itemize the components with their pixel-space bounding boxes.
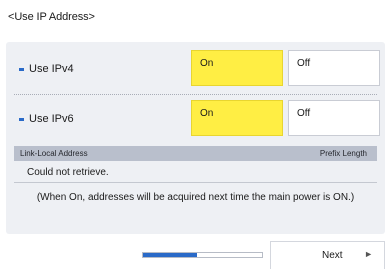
use-ipv4-label: Use IPv4: [19, 48, 74, 90]
page-title: <Use IP Address>: [8, 11, 95, 23]
use-ipv4-on-button[interactable]: On: [191, 50, 283, 86]
progress-fill: [143, 253, 197, 257]
next-button[interactable]: Next ►: [270, 241, 385, 269]
address-table-cell: Could not retrieve.: [27, 167, 109, 178]
prefix-length-header: Prefix Length: [319, 149, 367, 158]
use-ipv6-label: Use IPv6: [19, 98, 74, 140]
address-table-header: Link-Local Address Prefix Length: [14, 146, 377, 161]
progress-bar: [142, 252, 263, 258]
next-button-label: Next: [322, 250, 343, 261]
link-local-address-header: Link-Local Address: [20, 149, 88, 158]
use-ipv6-row: Use IPv6 On Off: [6, 98, 385, 140]
use-ipv4-row: Use IPv4 On Off: [6, 48, 385, 90]
info-note: (When On, addresses will be acquired nex…: [36, 192, 355, 203]
row-marker-icon: [19, 117, 24, 121]
use-ipv6-off-button[interactable]: Off: [288, 100, 380, 136]
use-ipv4-text: Use IPv4: [29, 63, 74, 75]
use-ipv4-off-button[interactable]: Off: [288, 50, 380, 86]
use-ipv6-text: Use IPv6: [29, 113, 74, 125]
settings-panel: Use IPv4 On Off Use IPv6 On Off Link-Loc…: [6, 42, 385, 234]
triangle-right-icon: ►: [364, 249, 373, 259]
table-row-divider: [14, 182, 377, 183]
row-marker-icon: [19, 67, 24, 71]
row-separator: [14, 94, 377, 95]
use-ipv6-on-button[interactable]: On: [191, 100, 283, 136]
